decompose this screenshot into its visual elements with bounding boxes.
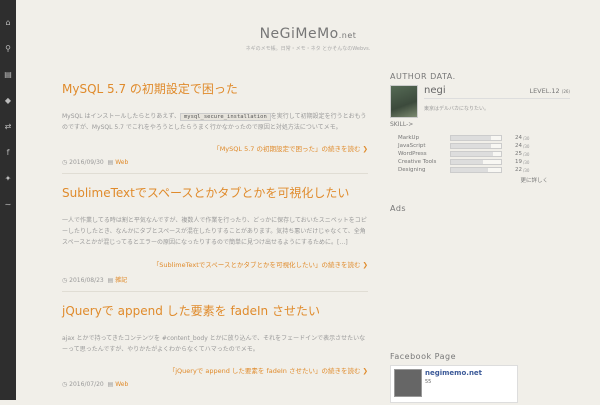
skill-bar-fill — [451, 144, 491, 148]
skill-value: 19 — [515, 159, 522, 165]
tag-icon[interactable]: ◆ — [0, 94, 16, 108]
twitter-icon[interactable]: ✦ — [0, 172, 16, 186]
skill-max: /30 — [523, 151, 530, 157]
read-more-link[interactable]: 「MySQL 5.7 の初期設定で困った」の続きを読む ❯ — [62, 143, 368, 153]
facebook-page-name[interactable]: negimemo.net — [425, 369, 482, 377]
skill-name: JavaScript — [398, 143, 426, 149]
article-title[interactable]: jQueryで append した要素を fadeIn させたい — [62, 302, 368, 319]
folder-icon: ▤ — [107, 276, 114, 284]
random-icon[interactable]: ⇄ — [0, 120, 16, 134]
home-icon[interactable]: ⌂ — [0, 16, 16, 30]
skill-row: JavaScript 24/30 — [398, 142, 570, 150]
skill-bar-fill — [451, 160, 483, 164]
rss-icon[interactable]: ∼ — [0, 198, 16, 212]
category-link[interactable]: Web — [115, 381, 128, 388]
skill-row: Designing 22/30 — [398, 166, 570, 174]
skill-max: /30 — [523, 167, 530, 173]
folder-icon: ▤ — [107, 380, 114, 388]
author-description: 東京はデルバカになりたい。 — [424, 106, 490, 112]
skill-bar-fill — [451, 136, 491, 140]
skill-bar-fill — [451, 168, 488, 172]
article: SublimeTextでスペースとかタブとかを可視化したい 一人で作業してる時は… — [62, 184, 368, 292]
skill-bar — [450, 143, 502, 149]
skill-name: Designing — [398, 167, 426, 173]
author-level: LEVEL.12 (26) — [529, 87, 570, 95]
skill-bar-fill — [451, 152, 493, 156]
folder-icon[interactable]: ▤ — [0, 68, 16, 82]
skill-value: 25 — [515, 151, 522, 157]
more-details-link[interactable]: 更に詳しく — [390, 176, 548, 184]
facebook-page-widget[interactable]: negimemo.net 55 — [390, 365, 518, 403]
clock-icon: ◷ — [62, 159, 68, 167]
skill-row: MarkUp 24/30 — [398, 134, 570, 142]
skill-bar — [450, 135, 502, 141]
author-avatar — [390, 85, 418, 118]
category-link[interactable]: 雑記 — [115, 277, 127, 284]
skill-row: WordPress 25/30 — [398, 150, 570, 158]
author-name: negi — [424, 85, 446, 96]
skill-value: 24 — [515, 143, 522, 149]
article-meta: ◷ 2016/08/23 ▤ 雑記 — [62, 275, 368, 284]
skill-bar — [450, 151, 502, 157]
icon-sidebar: ⌂ ⚲ ▤ ◆ ⇄ f ✦ ∼ — [0, 0, 16, 400]
ads-heading: Ads — [390, 204, 407, 213]
article-meta: ◷ 2016/07/20 ▤ Web — [62, 381, 368, 388]
folder-icon: ▤ — [107, 159, 114, 167]
skill-name: WordPress — [398, 151, 427, 157]
site-title[interactable]: NeGiMeMo.net — [16, 26, 600, 42]
facebook-like-count: 55 — [425, 379, 432, 385]
skill-bar — [450, 159, 502, 165]
article: MySQL 5.7 の初期設定で困った MySQL はインストールしたらとりあえ… — [62, 80, 368, 175]
skill-name: MarkUp — [398, 135, 420, 141]
post-date: 2016/07/20 — [69, 380, 104, 388]
post-date: 2016/08/23 — [69, 276, 104, 284]
article-list: MySQL 5.7 の初期設定で困った MySQL はインストールしたらとりあえ… — [62, 72, 368, 405]
author-box: negi LEVEL.12 (26) 東京はデルバカになりたい。 — [390, 85, 570, 118]
site-description: ネギのメモ帳。日常・メモ・ネタ とかそんなのWebvs. — [245, 46, 371, 52]
facebook-icon[interactable]: f — [0, 146, 16, 160]
skill-heading: SKILL-> — [390, 121, 414, 128]
article-title[interactable]: SublimeTextでスペースとかタブとかを可視化したい — [62, 184, 368, 201]
facebook-page-thumbnail — [394, 369, 422, 397]
article-title[interactable]: MySQL 5.7 の初期設定で困った — [62, 80, 368, 97]
article-excerpt: MySQL はインストールしたらとりあえず、 mysql_secure_insta… — [62, 113, 367, 132]
skill-row: Creative Tools 19/30 — [398, 158, 570, 166]
skill-max: /30 — [523, 159, 530, 165]
category-link[interactable]: Web — [115, 159, 128, 166]
article-meta: ◷ 2016/09/30 ▤ Web — [62, 159, 368, 166]
search-icon[interactable]: ⚲ — [0, 42, 16, 56]
read-more-link[interactable]: 「SublimeTextでスペースとかタブとかを可視化したい」の続きを読む ❯ — [62, 259, 368, 269]
site-header: NeGiMeMo.net ネギのメモ帳。日常・メモ・ネタ とかそんなのWebvs… — [16, 0, 600, 60]
article-excerpt: ajax とかで持ってきたコンテンツを #content_body とかに放り込… — [62, 334, 366, 353]
post-date: 2016/09/30 — [69, 159, 104, 167]
read-more-link[interactable]: 「jQueryで append した要素を fadeIn させたい」の続きを読む… — [62, 365, 368, 375]
right-sidebar: AUTHOR DATA. negi LEVEL.12 (26) 東京はデルバカに… — [390, 72, 570, 403]
skill-bar — [450, 167, 502, 173]
skill-name: Creative Tools — [398, 159, 437, 165]
skill-list: MarkUp 24/30 JavaScript 24/30 WordPress 25/30… — [390, 134, 570, 174]
clock-icon: ◷ — [62, 276, 68, 284]
skill-value: 24 — [515, 135, 522, 141]
inline-code: mysql_secure_installation — [179, 113, 271, 121]
article-excerpt: 一人で作業してる時は割と平気なんですが、複数人で作業を行ったり、どっかに保存して… — [62, 217, 367, 247]
article: jQueryで append した要素を fadeIn させたい ajax とか… — [62, 302, 368, 395]
author-heading: AUTHOR DATA. — [390, 72, 456, 81]
skill-max: /30 — [523, 135, 530, 141]
skill-value: 22 — [515, 167, 522, 173]
facebook-page-heading: Facebook Page — [390, 352, 456, 361]
skill-max: /30 — [523, 143, 530, 149]
clock-icon: ◷ — [62, 380, 68, 388]
